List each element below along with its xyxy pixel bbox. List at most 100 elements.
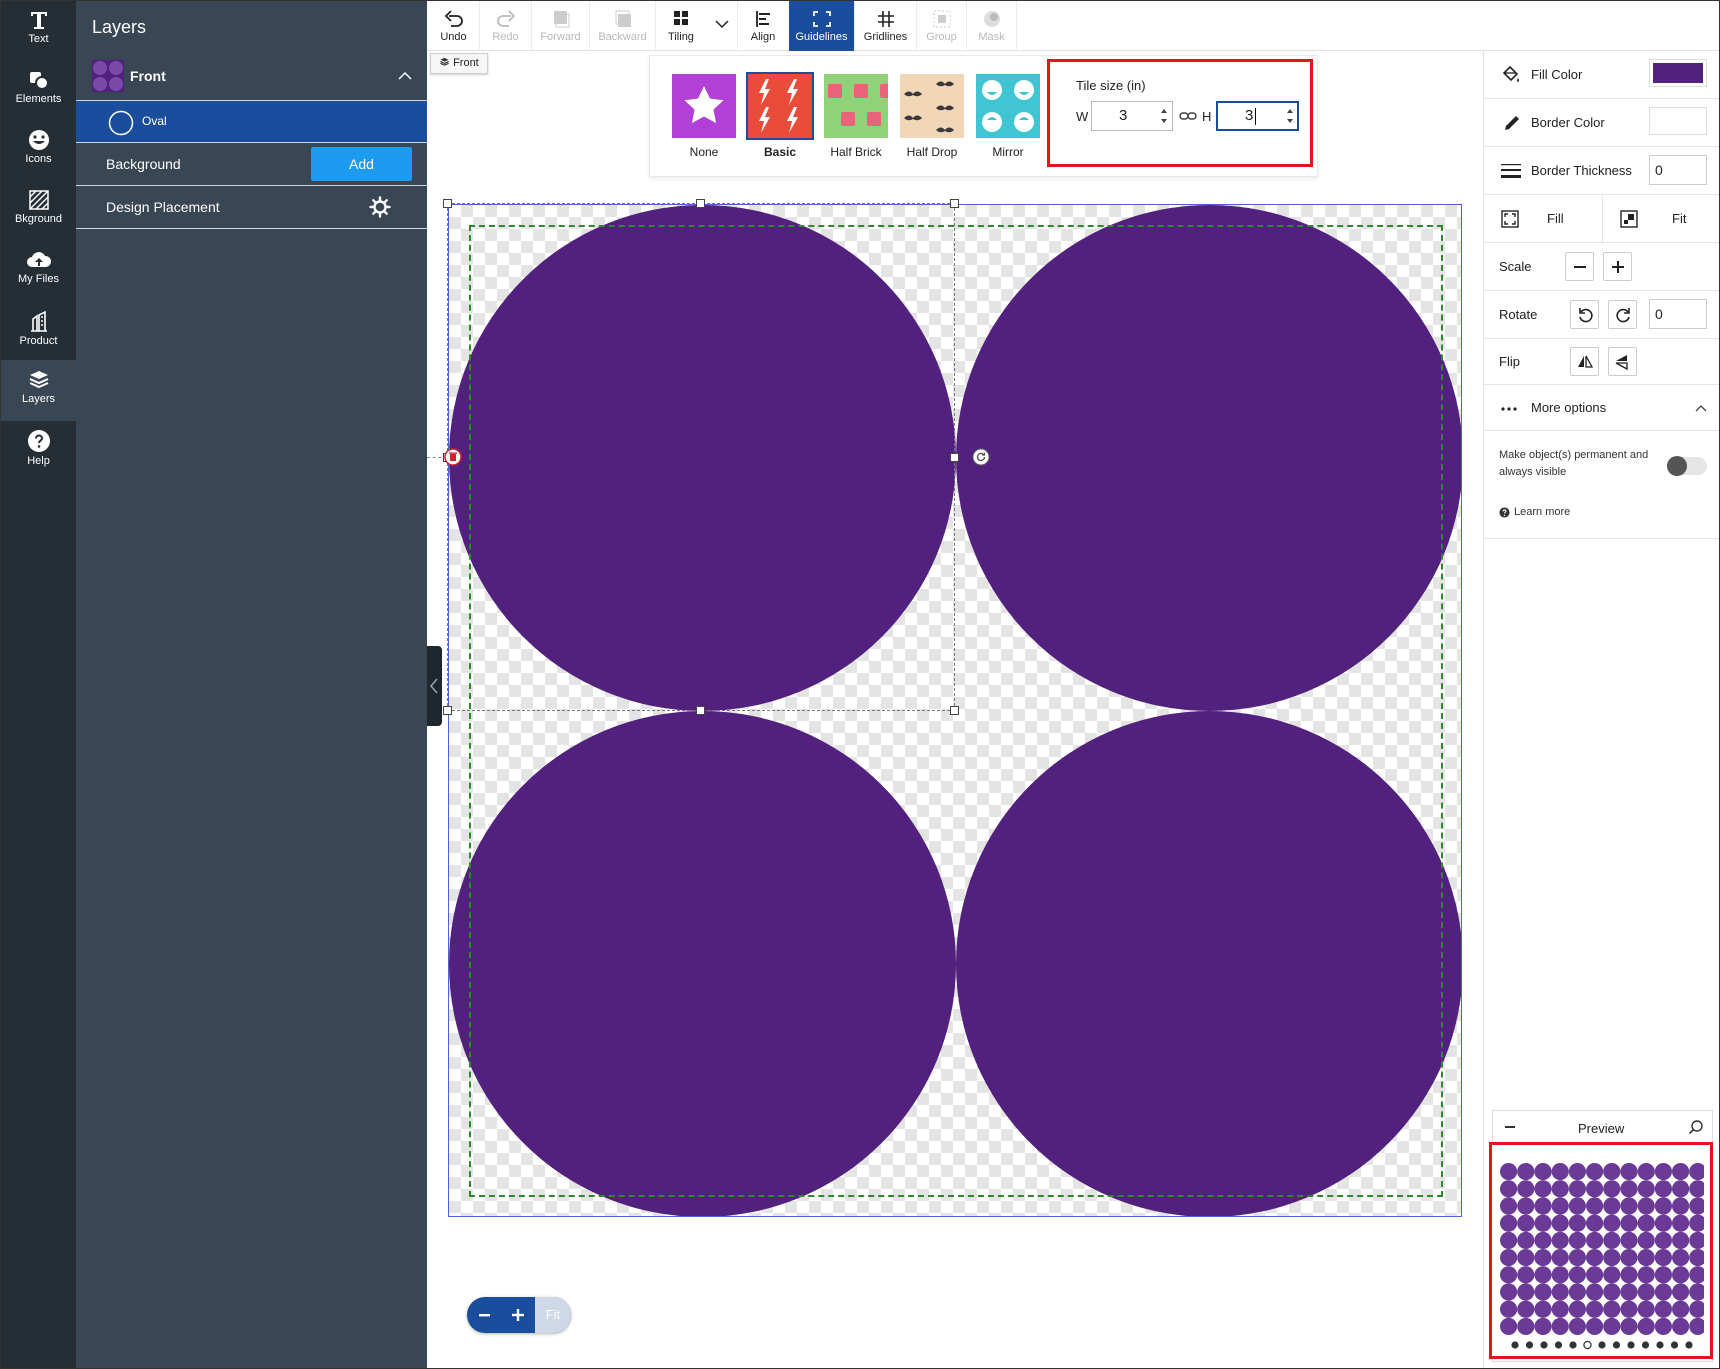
tile-option-none[interactable]: None: [672, 74, 736, 159]
preview-tile: [1586, 1283, 1604, 1301]
page-dot[interactable]: [1569, 1341, 1577, 1349]
preview-tile: [1500, 1163, 1518, 1181]
preview-tile: [1534, 1163, 1552, 1181]
resize-handle-se[interactable]: [950, 706, 959, 715]
rail-item-layers[interactable]: Layers: [1, 361, 76, 421]
backward-button[interactable]: Backward: [590, 1, 656, 51]
preview-tile: [1500, 1231, 1518, 1249]
rotate-cw-icon: [1616, 308, 1630, 323]
page-dot[interactable]: [1540, 1341, 1548, 1349]
tile-option-mirror[interactable]: Mirror: [976, 74, 1040, 159]
rail-item-label: Elements: [15, 93, 62, 105]
fill-button[interactable]: Fill: [1484, 195, 1603, 242]
page-dot[interactable]: [1511, 1341, 1519, 1349]
layers-panel: Layers Front Oval Background Add Design …: [76, 1, 427, 1368]
smiley-icon: [28, 130, 49, 150]
guidelines-label: Guidelines: [795, 31, 848, 43]
gridlines-button[interactable]: Gridlines: [855, 1, 917, 51]
page-dot[interactable]: [1612, 1341, 1621, 1349]
align-button[interactable]: Align: [738, 1, 788, 51]
zoom-fit-button[interactable]: Fit: [535, 1297, 571, 1333]
zoom-out-button[interactable]: [467, 1297, 501, 1333]
rail-item-elements[interactable]: Elements: [1, 61, 76, 121]
zoom-in-button[interactable]: [501, 1297, 535, 1333]
delete-icon[interactable]: [444, 448, 462, 466]
rotate-left-button[interactable]: [1570, 300, 1599, 329]
group-button[interactable]: Group: [917, 1, 967, 51]
layer-oval[interactable]: Oval: [76, 101, 427, 143]
resize-handle-s[interactable]: [696, 706, 705, 715]
border-color-label: Border Color: [1531, 115, 1605, 130]
mask-button[interactable]: Mask: [967, 1, 1017, 51]
learn-more-link[interactable]: Learn more: [1514, 506, 1570, 518]
page-dot[interactable]: [1525, 1341, 1534, 1349]
tile-width-input[interactable]: 3: [1091, 101, 1173, 131]
page-dot[interactable]: [1554, 1341, 1563, 1349]
rail-item-bkground[interactable]: Bkground: [1, 181, 76, 241]
scale-down-button[interactable]: [1565, 252, 1594, 281]
permanent-toggle[interactable]: [1667, 456, 1707, 476]
front-chip-label: Front: [453, 57, 479, 69]
redo-button[interactable]: Redo: [480, 1, 532, 51]
resize-handle-n[interactable]: [696, 199, 705, 208]
resize-handle-e[interactable]: [950, 453, 959, 462]
tile-option-half-drop[interactable]: Half Drop: [900, 74, 964, 159]
page-dot[interactable]: [1685, 1341, 1693, 1349]
flip-horizontal-button[interactable]: [1570, 347, 1599, 376]
gear-icon[interactable]: [369, 196, 391, 218]
front-layer-chip[interactable]: Front: [430, 53, 488, 74]
page-dot[interactable]: [1627, 1341, 1635, 1349]
page-dot[interactable]: [1598, 1341, 1606, 1349]
more-options-row[interactable]: More options: [1484, 385, 1719, 431]
border-color-swatch[interactable]: [1649, 107, 1707, 135]
preview-tile: [1568, 1283, 1586, 1301]
preview-tile: [1603, 1180, 1621, 1198]
oval-icon: [108, 110, 134, 136]
undo-button[interactable]: Undo: [428, 1, 480, 51]
spinner-arrows-icon[interactable]: [1285, 106, 1295, 126]
rail-item-my-files[interactable]: My Files: [1, 241, 76, 301]
page-dot[interactable]: [1583, 1340, 1592, 1350]
flip-vertical-button[interactable]: [1608, 347, 1637, 376]
page-dot[interactable]: [1641, 1341, 1650, 1349]
flip-row: Flip: [1484, 339, 1719, 385]
link-icon[interactable]: [1179, 110, 1197, 122]
preview-tile: [1568, 1231, 1586, 1249]
tile-height-input[interactable]: 3: [1216, 101, 1299, 131]
resize-handle-ne[interactable]: [950, 199, 959, 208]
panel-collapse-toggle[interactable]: [427, 646, 442, 726]
page-dot[interactable]: [1656, 1341, 1664, 1349]
fit-button[interactable]: Fit: [1603, 195, 1719, 242]
rotate-handle-icon[interactable]: [972, 448, 990, 466]
preview-tile: [1654, 1231, 1672, 1249]
add-background-button[interactable]: Add: [311, 147, 412, 181]
preview-tile: [1689, 1197, 1704, 1215]
search-icon[interactable]: [1688, 1119, 1704, 1135]
preview-pagination[interactable]: [1510, 1339, 1696, 1351]
layer-front[interactable]: Front: [76, 51, 427, 101]
spinner-arrows-icon[interactable]: [1159, 106, 1169, 126]
forward-button[interactable]: Forward: [532, 1, 590, 51]
rail-item-icons[interactable]: Icons: [1, 121, 76, 181]
border-thickness-input[interactable]: 0: [1649, 155, 1707, 185]
preview-tile: [1551, 1197, 1569, 1215]
guidelines-button[interactable]: Guidelines: [789, 1, 855, 51]
tile-option-basic[interactable]: Basic: [746, 72, 814, 159]
rotate-right-button[interactable]: [1608, 300, 1637, 329]
tiling-button[interactable]: Tiling: [656, 1, 706, 51]
rail-item-product[interactable]: Product: [1, 301, 76, 361]
page-dot[interactable]: [1670, 1341, 1679, 1349]
fill-color-swatch[interactable]: [1649, 59, 1707, 87]
tiling-dropdown[interactable]: [706, 1, 738, 51]
resize-handle-sw[interactable]: [443, 706, 452, 715]
scale-up-button[interactable]: [1603, 252, 1632, 281]
resize-handle-nw[interactable]: [443, 199, 452, 208]
tile-option-half-brick[interactable]: Half Brick: [824, 74, 894, 159]
rotate-input[interactable]: 0: [1649, 299, 1707, 329]
preview-tile: [1637, 1249, 1655, 1267]
rail-item-text[interactable]: Text: [1, 1, 76, 61]
rail-item-help[interactable]: Help: [1, 421, 76, 481]
minus-icon[interactable]: [1505, 1126, 1515, 1128]
layer-design-placement[interactable]: Design Placement: [76, 186, 427, 229]
chevron-up-icon[interactable]: [398, 71, 412, 81]
